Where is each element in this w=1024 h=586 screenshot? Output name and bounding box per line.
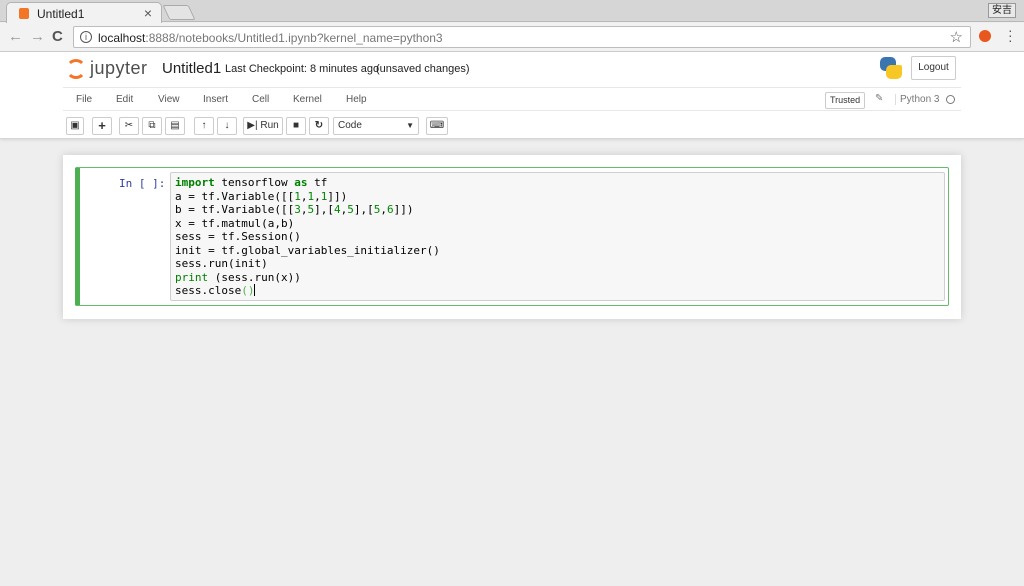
scissors-icon: ✂: [124, 120, 134, 131]
cell-type-select[interactable]: Code ▼: [333, 117, 419, 135]
jupyter-header: jupyter Untitled1 Last Checkpoint: 8 min…: [0, 52, 1024, 139]
notebook-menubar: File Edit View Insert Cell Kernel Help T…: [63, 87, 961, 111]
refresh-icon: ↻: [314, 120, 324, 131]
code-line: sess.run(init): [175, 257, 268, 270]
notebook-container: In [ ]: import tensorflow as tf a = tf.Va…: [63, 155, 961, 319]
move-up-button[interactable]: ↑: [194, 117, 214, 135]
save-button[interactable]: ▣: [66, 117, 84, 135]
keyboard-icon: ⌨: [429, 120, 445, 131]
jupyter-logo[interactable]: jupyter: [66, 56, 156, 82]
reload-icon[interactable]: C: [52, 28, 63, 45]
url-text: localhost:8888/notebooks/Untitled1.ipynb…: [98, 31, 443, 45]
unsaved-status: (unsaved changes): [376, 63, 470, 75]
caret-down-icon: ▼: [406, 121, 414, 130]
browser-menu-icon[interactable]: · · ·: [1008, 23, 1013, 47]
insert-cell-button[interactable]: +: [92, 117, 112, 135]
command-palette-button[interactable]: ⌨: [426, 117, 448, 135]
notebook-name[interactable]: Untitled1: [162, 60, 221, 77]
code-line: print (sess.run(x)): [175, 270, 301, 284]
browser-toolbar: ← → C i localhost:8888/notebooks/Untitle…: [0, 23, 1024, 52]
move-down-button[interactable]: ↓: [217, 117, 237, 135]
interrupt-button[interactable]: ■: [286, 117, 306, 135]
cut-button[interactable]: ✂: [119, 117, 139, 135]
kernel-name: Python 3: [895, 94, 939, 105]
jupyter-logo-icon: [66, 59, 86, 79]
forward-arrow-icon[interactable]: →: [30, 28, 45, 45]
code-line: x = tf.matmul(a,b): [175, 216, 295, 230]
plus-icon: +: [98, 118, 106, 133]
cell-type-value: Code: [338, 120, 362, 131]
code-line: sess.close(): [175, 284, 256, 297]
jupyter-wordmark: jupyter: [90, 58, 148, 78]
paste-icon: ▤: [170, 120, 180, 131]
back-arrow-icon[interactable]: ←: [8, 28, 23, 45]
bookmark-star-icon[interactable]: ☆: [950, 28, 963, 46]
save-icon: ▣: [70, 120, 80, 131]
run-label: Run: [260, 120, 279, 131]
browser-tab[interactable]: Untitled1 ×: [6, 2, 162, 23]
menu-help[interactable]: Help: [346, 94, 367, 105]
arrow-up-icon: ↑: [201, 120, 207, 131]
menu-file[interactable]: File: [76, 94, 92, 105]
step-forward-icon: ▶|: [247, 120, 258, 131]
address-bar[interactable]: i localhost:8888/notebooks/Untitled1.ipy…: [73, 26, 971, 48]
tab-title: Untitled1: [37, 7, 85, 21]
menu-view[interactable]: View: [158, 94, 180, 105]
trusted-badge[interactable]: Trusted: [825, 92, 866, 109]
kernel-status-icon: [946, 95, 955, 104]
checkpoint-status: Last Checkpoint: 8 minutes ago: [225, 63, 380, 75]
code-editor[interactable]: import tensorflow as tf a = tf.Variable([…: [170, 172, 945, 301]
extension-icon[interactable]: [979, 30, 991, 42]
restart-button[interactable]: ↻: [309, 117, 329, 135]
code-cell[interactable]: In [ ]: import tensorflow as tf a = tf.Va…: [75, 167, 949, 306]
new-tab-button[interactable]: [162, 5, 196, 20]
code-line: import tensorflow as tf: [175, 176, 328, 189]
ime-badge[interactable]: 安吉: [988, 3, 1016, 18]
arrow-down-icon: ↓: [224, 120, 230, 131]
jupyter-favicon-icon: [19, 8, 29, 19]
logout-button[interactable]: Logout: [911, 56, 956, 80]
run-button[interactable]: ▶| Run: [243, 117, 283, 135]
menu-edit[interactable]: Edit: [116, 94, 133, 105]
menu-kernel[interactable]: Kernel: [293, 94, 322, 105]
code-line: init = tf.global_variables_initializer(): [175, 243, 440, 257]
copy-icon: ⧉: [148, 120, 156, 131]
menu-insert[interactable]: Insert: [203, 94, 228, 105]
python-logo-icon: [880, 57, 902, 79]
text-cursor: [254, 284, 256, 296]
paste-button[interactable]: ▤: [165, 117, 185, 135]
stop-icon: ■: [292, 120, 300, 131]
info-icon[interactable]: i: [80, 31, 92, 43]
code-line: b = tf.Variable([[3,5],[4,5],[5,6]]): [175, 203, 414, 216]
copy-button[interactable]: ⧉: [142, 117, 162, 135]
code-line: a = tf.Variable([[1,1,1]]): [175, 189, 348, 203]
tab-close-icon[interactable]: ×: [144, 5, 152, 21]
input-prompt: In [ ]:: [119, 177, 166, 190]
browser-tab-bar: Untitled1 × 安吉: [0, 0, 1024, 23]
code-line: sess = tf.Session(): [175, 230, 301, 243]
pencil-icon[interactable]: ✎: [875, 93, 883, 104]
menu-cell[interactable]: Cell: [252, 94, 269, 105]
